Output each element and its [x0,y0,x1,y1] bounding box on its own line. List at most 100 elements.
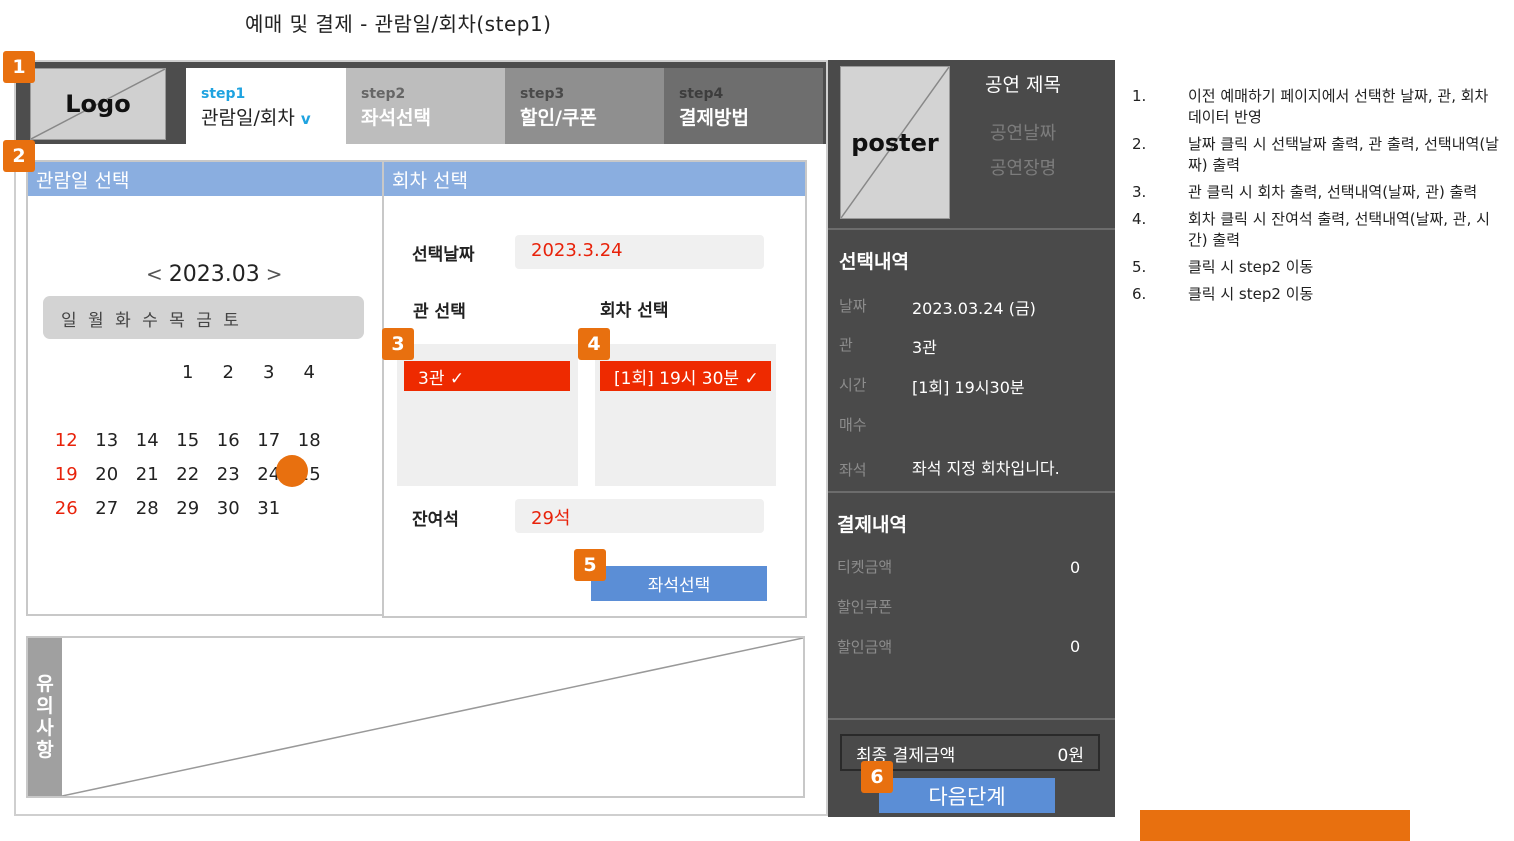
calendar-day[interactable]: 28 [127,498,168,519]
month-navigator: <2023.03 > [140,262,289,287]
selection-value-date: 2023.03.24 (금) [912,299,1036,318]
calendar-day[interactable]: 17 [249,430,290,451]
calendar-day[interactable]: 23 [208,464,249,485]
remaining-seats-label: 잔여석 [412,510,459,530]
logo[interactable]: Logo [30,68,166,140]
prev-month-button[interactable]: < [140,262,169,286]
selection-value-seat: 좌석 지정 회차입니다. [912,459,1060,478]
calendar-day[interactable]: 20 [87,464,128,485]
note-text: 클릭 시 step2 이동 [1188,285,1314,303]
caution-char: 사 [36,717,54,739]
tab-step-label: step3 [520,86,565,102]
calendar-day[interactable]: 12 [46,430,87,451]
caution-char: 항 [36,739,54,761]
logo-text: Logo [65,90,131,118]
calendar-day[interactable]: 19 [46,464,87,485]
note-number: 3. [1132,183,1147,201]
note-number: 1. [1132,87,1147,105]
tab-step-label: step1 [201,86,246,102]
calendar-week: 1 2 3 4 [46,355,336,389]
tab-step4[interactable]: step4 결제방법 [664,68,823,144]
note-text: 관 클릭 시 회차 출력, 선택내역(날짜, 관) 출력 [1188,183,1478,201]
remaining-seats-field: 29석 [515,499,764,533]
payment-key-ticket: 티켓금액 [837,558,893,576]
hall-option-selected[interactable]: 3관 ✓ [404,361,570,391]
hall-select-label: 관 선택 [413,302,466,322]
calendar-day[interactable]: 27 [87,498,128,519]
annotation-badge-5: 5 [574,549,606,581]
page-title: 예매 및 결제 - 관람일/회차(step1) [245,12,552,36]
annotation-badge-6: 6 [861,761,893,793]
next-step-button[interactable]: 다음단계 [879,778,1055,813]
calendar-day[interactable]: 29 [168,498,209,519]
calendar-grid: 1 2 3 4 12 13 14 15 16 17 18 19 20 21 22… [46,355,336,525]
tab-step1[interactable]: step1 관람일/회차 v [186,68,346,144]
note-item: 4. 회차 클릭 시 잔여석 출력, 선택내역(날짜, 관, 시간) 출력 [1132,209,1504,251]
note-item: 1. 이전 예매하기 페이지에서 선택한 날짜, 관, 회차 데이터 반영 [1132,86,1504,128]
note-text: 이전 예매하기 페이지에서 선택한 날짜, 관, 회차 데이터 반영 [1188,87,1489,126]
calendar-day[interactable]: 3 [249,362,290,383]
calendar-day[interactable]: 18 [289,430,330,451]
annotation-notes: 1. 이전 예매하기 페이지에서 선택한 날짜, 관, 회차 데이터 반영 2. 날… [1132,86,1504,311]
annotation-badge-1: 1 [3,51,35,83]
payment-key-discount: 할인금액 [837,638,893,656]
round-select-label: 회차 선택 [600,301,669,321]
round-option-selected[interactable]: [1회] 19시 30분 ✓ [600,361,771,391]
selection-key-time: 시간 [839,376,867,394]
caution-side-label: 유 의 사 항 [28,638,62,796]
decorative-bar [1140,810,1410,841]
calendar-day[interactable]: 13 [87,430,128,451]
note-item: 6. 클릭 시 step2 이동 [1132,284,1504,305]
note-number: 2. [1132,135,1147,153]
final-total-value: 0원 [1057,746,1084,766]
current-month: 2023.03 [168,262,260,287]
calendar-day[interactable]: 14 [127,430,168,451]
next-month-button[interactable]: > [260,262,289,286]
selection-value-time: [1회] 19시30분 [912,378,1025,397]
note-text: 회차 클릭 시 잔여석 출력, 선택내역(날짜, 관, 시간) 출력 [1188,210,1490,249]
calendar-day[interactable]: 26 [46,498,87,519]
show-venue: 공연장명 [990,158,1057,179]
note-text: 날짜 클릭 시 선택날짜 출력, 관 출력, 선택내역(날짜) 출력 [1188,135,1499,174]
calendar-week: 12 13 14 15 16 17 18 [46,423,336,457]
note-number: 4. [1132,210,1147,228]
calendar-day[interactable]: 16 [208,430,249,451]
calendar-day[interactable]: 31 [249,498,290,519]
selection-key-count: 매수 [839,416,867,434]
payment-value-ticket: 0 [1070,558,1081,577]
note-item: 2. 날짜 클릭 시 선택날짜 출력, 관 출력, 선택내역(날짜) 출력 [1132,134,1504,176]
tab-title: 관람일/회차 [201,107,295,129]
selected-date-marker [276,455,308,487]
poster-image: poster [840,66,950,219]
calendar-day[interactable]: 22 [168,464,209,485]
calendar-week: 26 27 28 29 30 31 [46,491,336,525]
poster-text: poster [851,128,939,157]
tab-step3[interactable]: step3 할인/쿠폰 [505,68,664,144]
seat-select-button[interactable]: 좌석선택 [591,566,767,601]
divider [828,228,1115,230]
annotation-badge-2: 2 [3,140,35,172]
selection-title: 선택내역 [839,251,909,273]
tab-step2[interactable]: step2 좌석선택 [346,68,505,144]
note-text: 클릭 시 step2 이동 [1188,258,1314,276]
placeholder-cross-icon [62,638,803,796]
tab-step-label: step4 [679,86,724,102]
weekday-header: 일 월 화 수 목 금 토 [43,296,364,339]
calendar-day[interactable]: 21 [127,464,168,485]
calendar-day[interactable]: 30 [208,498,249,519]
calendar-day[interactable]: 4 [289,362,330,383]
calendar-day[interactable]: 15 [168,430,209,451]
caution-char: 유 [36,673,54,695]
note-item: 3. 관 클릭 시 회차 출력, 선택내역(날짜, 관) 출력 [1132,182,1504,203]
payment-value-discount: 0 [1070,637,1081,656]
caution-char: 의 [36,695,54,717]
calendar-day[interactable]: 2 [208,362,249,383]
tab-title: 좌석선택 [361,107,431,129]
tab-title: 할인/쿠폰 [520,107,597,129]
session-panel-header: 회차 선택 [384,162,805,196]
annotation-badge-4: 4 [578,328,610,360]
note-item: 5. 클릭 시 step2 이동 [1132,257,1504,278]
calendar-day[interactable]: 1 [168,362,209,383]
payment-key-coupon: 할인쿠폰 [837,598,893,616]
selection-key-hall: 관 [839,336,853,354]
